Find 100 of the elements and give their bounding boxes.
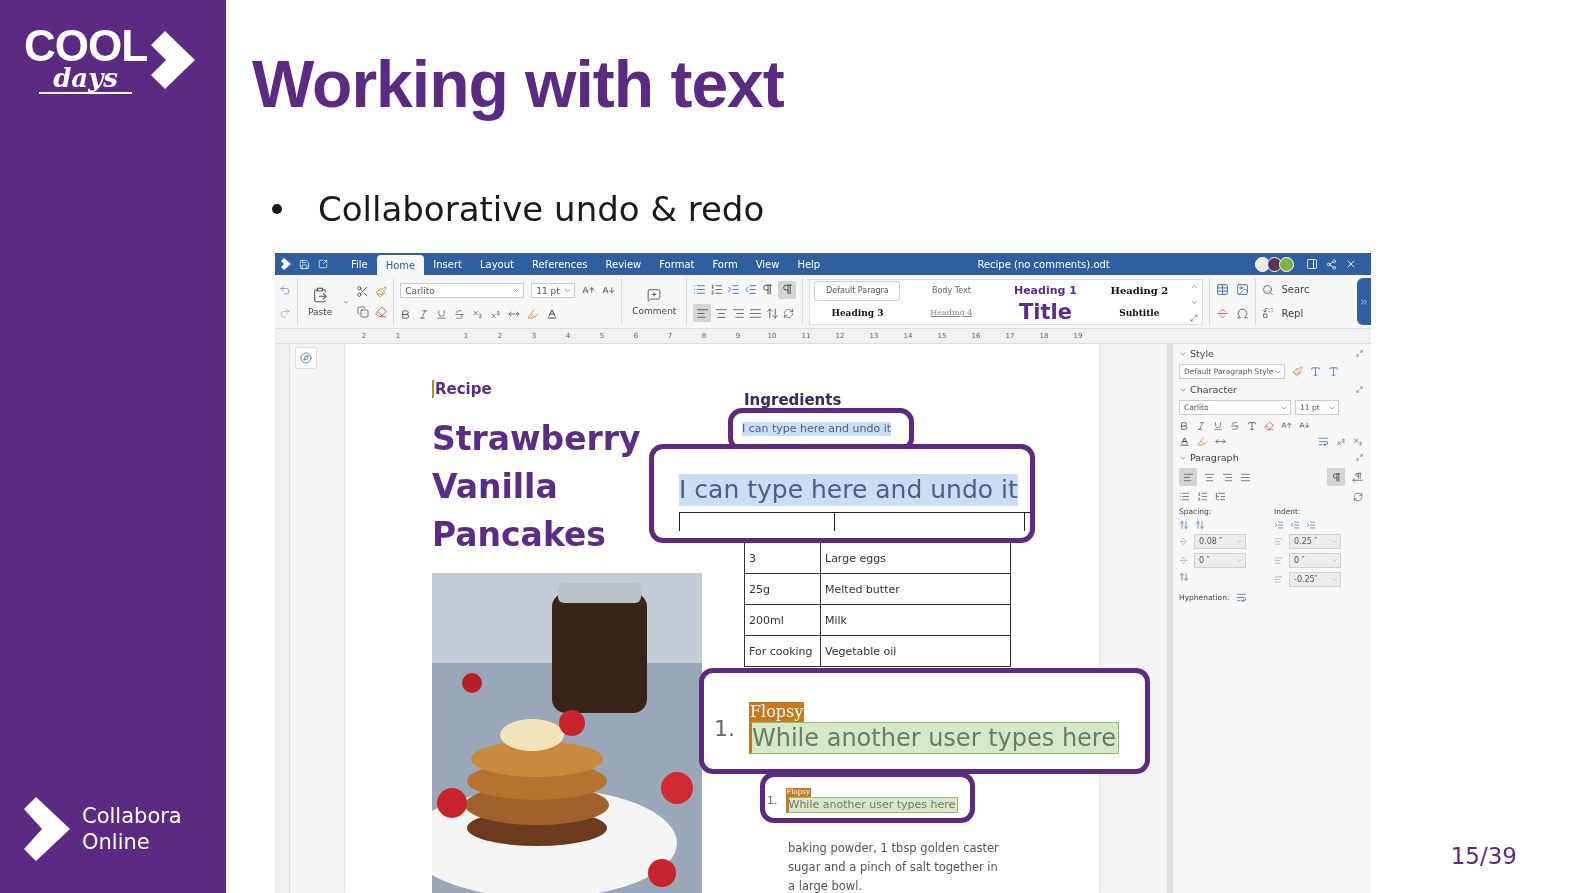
paintbrush-icon[interactable] — [375, 285, 388, 298]
navigator-button[interactable] — [295, 347, 317, 369]
menu-tab[interactable]: Form — [703, 253, 747, 275]
chevrons-icon[interactable] — [1359, 296, 1369, 307]
refresh-icon[interactable] — [783, 307, 795, 319]
right-to-left-icon[interactable] — [1352, 471, 1363, 483]
strikethrough-icon[interactable] — [454, 308, 466, 320]
scissors-icon[interactable] — [356, 285, 370, 298]
align-center-icon[interactable] — [715, 306, 729, 320]
grow-font-icon[interactable] — [1281, 420, 1292, 431]
indent-icon[interactable] — [727, 283, 741, 297]
highlighter-icon[interactable] — [527, 308, 540, 320]
italic-icon[interactable] — [1196, 420, 1206, 431]
menu-tab[interactable]: Review — [596, 253, 651, 275]
section-title[interactable]: Paragraph — [1190, 452, 1353, 463]
style-option[interactable]: Heading 3 — [810, 301, 905, 324]
align-center-icon[interactable] — [1204, 471, 1215, 483]
search-label[interactable]: Searc — [1281, 284, 1310, 296]
menu-tab[interactable]: Help — [788, 253, 830, 275]
numbered-list-icon[interactable] — [710, 283, 724, 297]
refresh-icon[interactable] — [1353, 491, 1363, 502]
style-option[interactable]: Heading 4 — [904, 301, 999, 324]
font-size-field[interactable]: 11 pt — [531, 283, 576, 298]
hyphenation-icon[interactable] — [1236, 592, 1248, 603]
spin-field[interactable]: 0.25 ″ — [1289, 534, 1341, 549]
omega-icon[interactable] — [1236, 306, 1250, 320]
indent-icon[interactable] — [1274, 520, 1284, 530]
image-icon[interactable] — [1236, 283, 1250, 297]
subscript-icon[interactable] — [1353, 436, 1363, 447]
font-color-icon[interactable] — [546, 308, 559, 320]
numbered-list-icon[interactable] — [1197, 491, 1208, 502]
style-option[interactable]: Subtitle — [1092, 301, 1187, 324]
spin-field[interactable]: -0.25″ — [1289, 572, 1341, 587]
menu-tab[interactable]: Layout — [470, 253, 523, 275]
spacing-icon[interactable] — [1179, 556, 1188, 565]
share-icon[interactable] — [1326, 258, 1337, 270]
shadow-icon[interactable] — [1247, 420, 1257, 431]
new-style-icon[interactable] — [1310, 366, 1321, 377]
app-logo-icon[interactable] — [281, 258, 291, 270]
eraser-icon[interactable] — [375, 305, 388, 318]
table-icon[interactable] — [1216, 283, 1230, 297]
eraser-icon[interactable] — [1264, 420, 1274, 431]
comment-icon[interactable] — [647, 287, 662, 302]
clipboard-icon[interactable] — [312, 286, 329, 303]
menu-tab[interactable]: Insert — [424, 253, 471, 275]
bullet-list-icon[interactable] — [693, 283, 707, 297]
style-option[interactable]: Title — [998, 301, 1093, 324]
underline-icon[interactable] — [436, 308, 448, 320]
justify-icon[interactable] — [1240, 471, 1251, 483]
font-name-field[interactable]: Carlito — [400, 283, 525, 298]
section-title[interactable]: Character — [1190, 384, 1353, 395]
hyphenation-icon[interactable] — [1318, 436, 1329, 447]
style-option[interactable]: Heading 2 — [1092, 279, 1187, 302]
menu-tab[interactable]: File — [342, 253, 377, 275]
compass-icon[interactable] — [300, 352, 312, 364]
expand-icon[interactable] — [1190, 313, 1199, 322]
spacing-icon[interactable] — [1179, 537, 1188, 546]
spin-field[interactable]: 0 ″ — [1194, 553, 1246, 568]
strikethrough-icon[interactable] — [1230, 420, 1240, 431]
font-color-icon[interactable] — [1179, 436, 1190, 447]
menu-tab[interactable]: Home — [376, 255, 425, 275]
character-spacing-icon[interactable] — [1215, 436, 1226, 447]
save-icon[interactable] — [299, 258, 310, 270]
highlighter-icon[interactable] — [1197, 436, 1208, 447]
hanging-indent-icon[interactable] — [1306, 520, 1316, 530]
caret-icon[interactable] — [563, 286, 573, 295]
paintbrush-icon[interactable] — [1292, 366, 1303, 377]
align-right-icon[interactable] — [1222, 471, 1233, 483]
outline-list-icon[interactable] — [1215, 491, 1226, 502]
section-title[interactable]: Style — [1190, 348, 1353, 359]
spin-field[interactable]: 0 ″ — [1289, 553, 1341, 568]
undo-icon[interactable] — [279, 283, 291, 296]
style-option[interactable]: Default Paragra — [814, 280, 901, 301]
superscript-icon[interactable] — [490, 308, 502, 320]
style-option[interactable]: Heading 1 — [998, 279, 1093, 302]
indent-icon[interactable] — [1274, 575, 1283, 584]
spacing-decrease-icon[interactable] — [1195, 520, 1205, 530]
more-button[interactable] — [1357, 278, 1371, 325]
open-external-icon[interactable] — [318, 259, 328, 269]
pilcrow-icon[interactable] — [761, 283, 775, 297]
replace-icon[interactable] — [1262, 307, 1275, 320]
justify-icon[interactable] — [749, 306, 763, 320]
underline-icon[interactable] — [1213, 420, 1223, 431]
expand-icon[interactable] — [1356, 454, 1363, 461]
copy-icon[interactable] — [356, 306, 369, 318]
menu-tab[interactable]: Format — [650, 253, 704, 275]
bullet-list-icon[interactable] — [1179, 491, 1190, 502]
expand-icon[interactable] — [1356, 350, 1363, 357]
line-spacing-icon[interactable] — [1179, 572, 1189, 582]
indent-icon[interactable] — [1274, 556, 1283, 565]
bold-icon[interactable] — [1179, 420, 1189, 431]
user-avatar[interactable] — [1267, 256, 1282, 272]
update-style-icon[interactable] — [1328, 366, 1339, 377]
subscript-icon[interactable] — [472, 308, 484, 320]
superscript-icon[interactable] — [1336, 436, 1346, 447]
indent-icon[interactable] — [1274, 537, 1283, 546]
shrink-font-icon[interactable] — [1299, 420, 1310, 431]
style-option[interactable]: Body Text — [904, 279, 999, 302]
sidebar-toggle-icon[interactable] — [1306, 258, 1318, 270]
menu-tab[interactable]: References — [522, 253, 597, 275]
